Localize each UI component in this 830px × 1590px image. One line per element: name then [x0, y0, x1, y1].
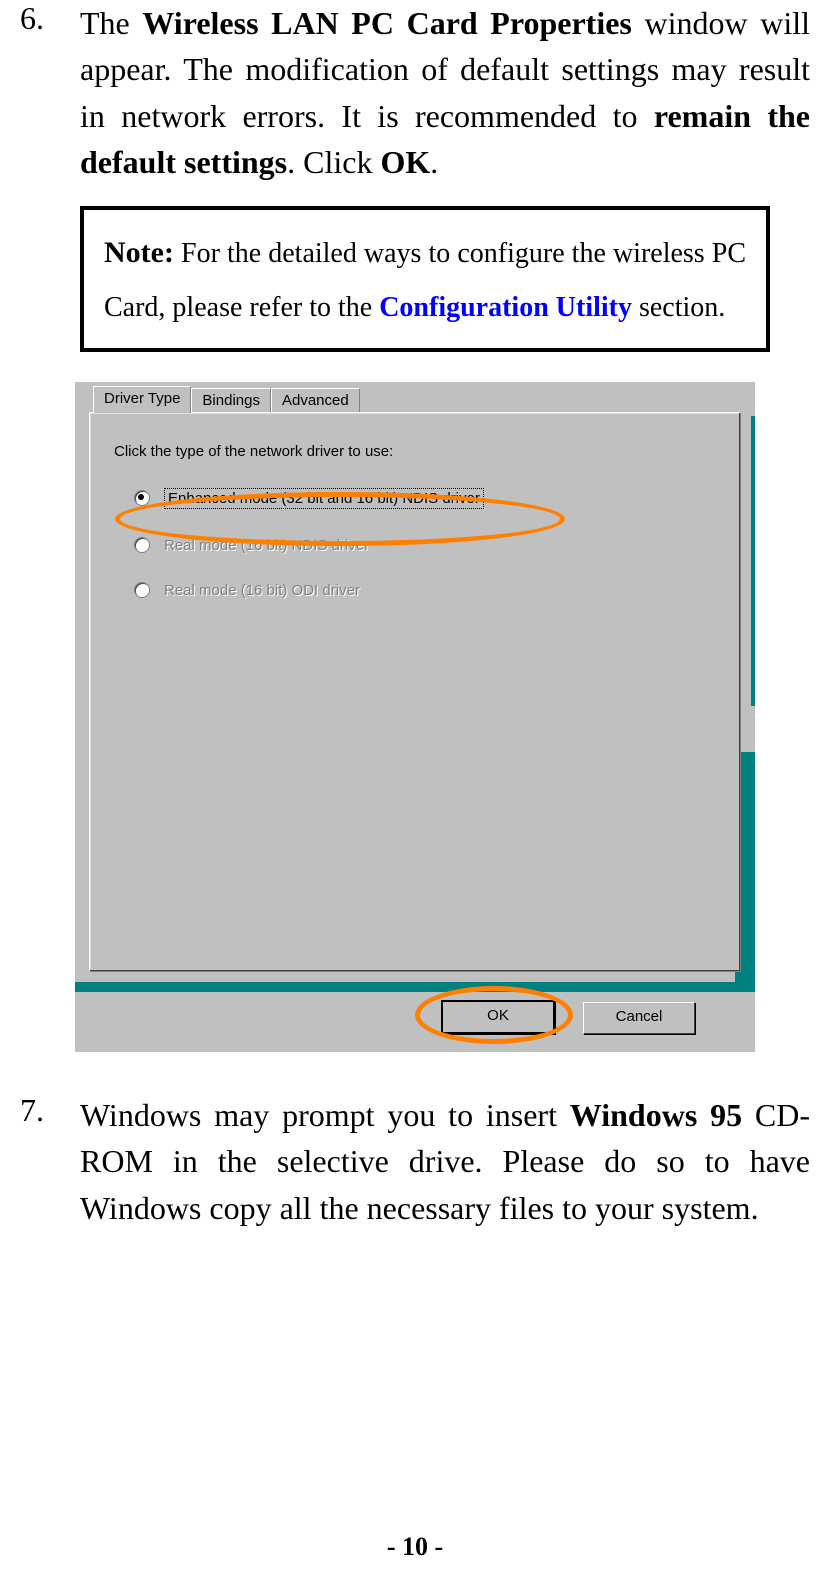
radio-icon — [134, 537, 150, 553]
tab-advanced[interactable]: Advanced — [271, 388, 360, 415]
radio-real-mode-ndis[interactable]: Real mode (16 bit) NDIS driver — [134, 537, 716, 554]
cancel-button[interactable]: Cancel — [583, 1002, 695, 1034]
radio-label: Real mode (16 bit) NDIS driver — [164, 537, 369, 554]
text: . Click — [287, 144, 380, 180]
step-7: 7. Windows may prompt you to insert Wind… — [20, 1092, 810, 1231]
desktop-background-strip — [75, 982, 755, 992]
radio-icon — [134, 582, 150, 598]
radio-label: Enhanced mode (32 bit and 16 bit) NDIS d… — [164, 488, 484, 509]
bold-text: Wireless LAN PC Card Properties — [142, 5, 632, 41]
step-6: 6. The Wireless LAN PC Card Properties w… — [20, 0, 810, 186]
note-label: Note: — [104, 236, 174, 269]
desktop-background-strip — [751, 416, 755, 706]
radio-real-mode-odi[interactable]: Real mode (16 bit) ODI driver — [134, 582, 716, 599]
config-utility-link: Configuration Utility — [379, 292, 632, 323]
tab-bindings[interactable]: Bindings — [191, 388, 271, 415]
page-number: - 10 - — [0, 1532, 830, 1562]
instruction-text: Click the type of the network driver to … — [114, 443, 716, 460]
tab-driver-type[interactable]: Driver Type — [93, 386, 191, 413]
step-number: 7. — [20, 1092, 80, 1231]
radio-enhanced-mode[interactable]: Enhanced mode (32 bit and 16 bit) NDIS d… — [134, 488, 716, 509]
note-text: section. — [632, 292, 725, 323]
tab-bar: Driver Type Bindings Advanced — [93, 388, 360, 415]
bold-text: Windows 95 — [570, 1097, 742, 1133]
step-text: The Wireless LAN PC Card Properties wind… — [80, 0, 810, 186]
step-text: Windows may prompt you to insert Windows… — [80, 1092, 810, 1231]
radio-label: Real mode (16 bit) ODI driver — [164, 582, 360, 599]
text: . — [430, 144, 438, 180]
properties-dialog-screenshot: Driver Type Bindings Advanced Click the … — [75, 382, 755, 1052]
tab-panel: Click the type of the network driver to … — [89, 412, 741, 972]
text: The — [80, 5, 142, 41]
ok-button[interactable]: OK — [441, 1000, 555, 1034]
properties-dialog: Driver Type Bindings Advanced Click the … — [75, 382, 755, 1052]
radio-icon — [134, 490, 150, 506]
step-number: 6. — [20, 0, 80, 186]
note-box: Note: For the detailed ways to configure… — [80, 206, 770, 352]
text: Windows may prompt you to insert — [80, 1097, 570, 1133]
bold-text: OK — [380, 144, 430, 180]
